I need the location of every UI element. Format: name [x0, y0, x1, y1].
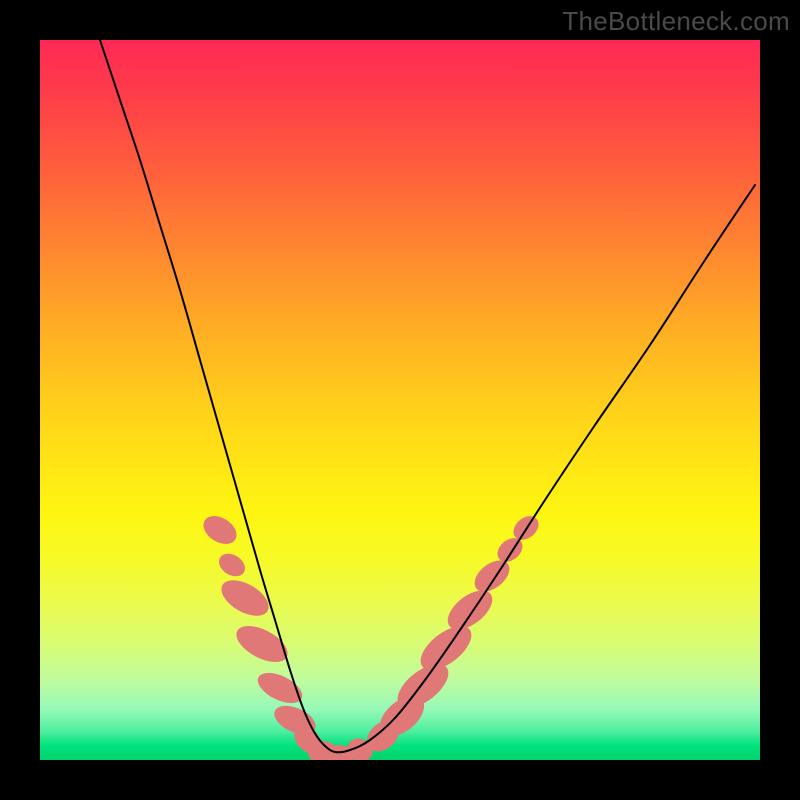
curve-layer — [40, 40, 760, 760]
chart-root: TheBottleneck.com — [0, 0, 800, 800]
blob-L4 — [231, 618, 294, 669]
marker-layer — [198, 510, 543, 760]
blob-L2 — [215, 549, 249, 581]
blob-L1 — [198, 510, 241, 549]
plot-area — [40, 40, 760, 760]
watermark-label: TheBottleneck.com — [562, 6, 790, 37]
blob-L5 — [253, 667, 307, 710]
blob-L3 — [215, 573, 274, 623]
